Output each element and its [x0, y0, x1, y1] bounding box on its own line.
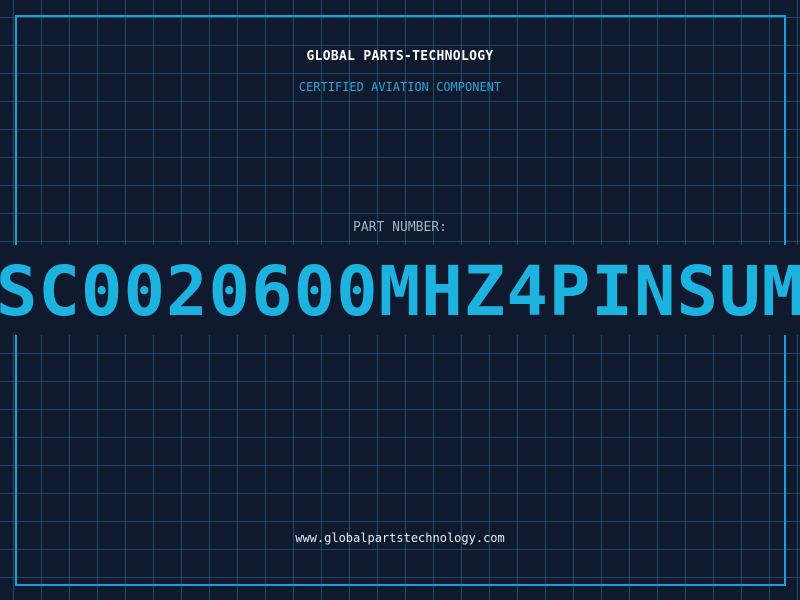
brand-tagline: CERTIFIED AVIATION COMPONENT	[298, 80, 502, 94]
part-number-band: SC0020600MHZ4PINSUM	[0, 245, 800, 335]
part-number-label: PART NUMBER:	[353, 220, 447, 235]
part-number-value: SC0020600MHZ4PINSUM	[0, 252, 800, 332]
brand-name: GLOBAL PARTS-TECHNOLOGY	[306, 49, 494, 64]
website-url: www.globalpartstechnology.com	[295, 531, 505, 545]
